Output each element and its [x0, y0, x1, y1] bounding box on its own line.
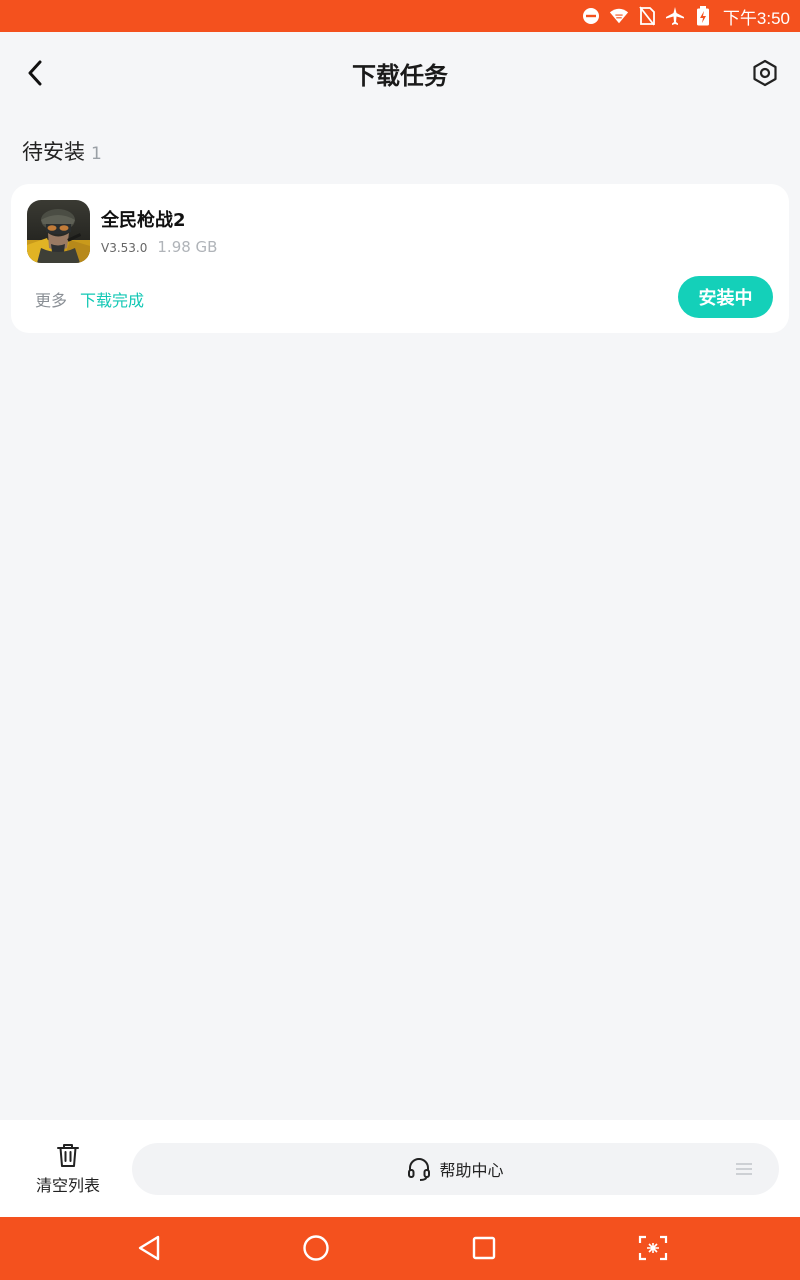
- section-title: 待安装: [22, 140, 85, 164]
- section-count: 1: [91, 144, 102, 164]
- app-name: 全民枪战2: [101, 210, 186, 231]
- nav-screenshot-button[interactable]: [636, 1231, 670, 1265]
- trash-icon: [57, 1144, 79, 1167]
- screenshot-icon: [638, 1235, 668, 1261]
- airplane-icon: [665, 6, 685, 26]
- battery-charging-icon: [693, 6, 713, 26]
- status-bar: 下午3:50: [0, 0, 800, 32]
- recents-square-icon: [472, 1236, 496, 1260]
- no-sim-icon: [637, 6, 657, 26]
- app-meta: V3.53.0 1.98 GB: [101, 238, 217, 256]
- nav-recents-button[interactable]: [467, 1231, 501, 1265]
- headset-icon: [408, 1158, 431, 1181]
- download-task-card: 全民枪战2 V3.53.0 1.98 GB 更多 下载完成 安装中: [11, 184, 789, 333]
- help-center-button[interactable]: 帮助中心: [132, 1143, 779, 1195]
- download-status: 下载完成: [80, 291, 145, 310]
- bottom-action-bar: 清空列表 帮助中心: [0, 1120, 800, 1217]
- pending-install-section: 待安装 1: [22, 136, 102, 166]
- page-title: 下载任务: [352, 61, 448, 90]
- chevron-left-icon: [28, 60, 42, 86]
- app-size: 1.98 GB: [157, 238, 218, 256]
- nav-home-button[interactable]: [299, 1231, 333, 1265]
- wifi-icon: [609, 6, 629, 26]
- menu-lines-icon: [736, 1163, 752, 1175]
- status-time: 下午3:50: [722, 8, 790, 28]
- app-version: V3.53.0: [101, 241, 148, 255]
- installing-button[interactable]: 安装中: [678, 276, 773, 318]
- home-circle-icon: [303, 1235, 329, 1261]
- clear-list-label: 清空列表: [35, 1176, 100, 1195]
- clear-list-button[interactable]: 清空列表: [30, 1142, 106, 1198]
- do-not-disturb-icon: [581, 6, 601, 26]
- help-center-label: 帮助中心: [439, 1161, 504, 1180]
- back-button[interactable]: [20, 56, 50, 90]
- settings-hexagon-icon: [753, 59, 777, 87]
- back-triangle-icon: [138, 1235, 160, 1261]
- header: 下载任务: [0, 32, 800, 114]
- nav-back-button[interactable]: [132, 1231, 166, 1265]
- settings-button[interactable]: [748, 56, 782, 90]
- app-icon: [27, 200, 90, 263]
- more-link[interactable]: 更多: [35, 287, 67, 311]
- system-nav-bar: [0, 1217, 800, 1280]
